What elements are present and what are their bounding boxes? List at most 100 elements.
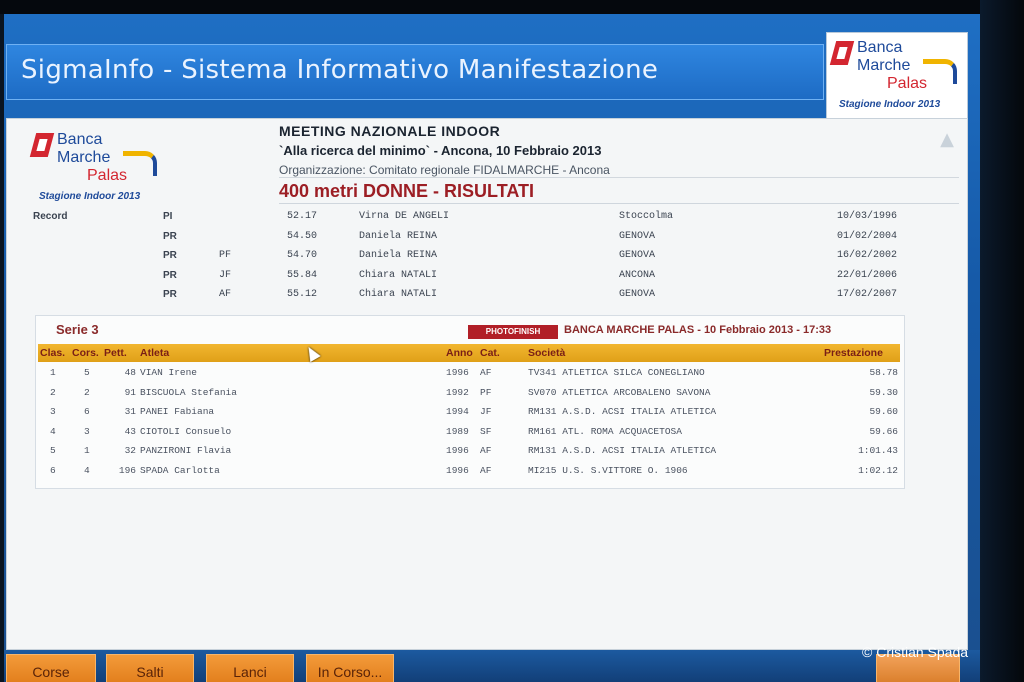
cell-pett: 196	[118, 464, 136, 476]
record-athlete: Chiara NATALI	[359, 269, 438, 281]
cell-cat: JF	[480, 406, 492, 417]
cell-pett: 31	[124, 406, 136, 417]
app-screen: SigmaInfo - Sistema Informativo Manifest…	[4, 14, 980, 682]
record-time: 55.84	[287, 269, 318, 281]
bank-mark-icon	[29, 133, 55, 157]
table-row[interactable]: 6 4 196 SPADA Carlotta 1996 AF MI215 U.S…	[38, 462, 900, 482]
col-header-prestazione[interactable]: Prestazione	[824, 347, 883, 359]
table-row[interactable]: 1 5 48 VIAN Irene 1996 AF TV341 ATLETICA…	[38, 364, 900, 384]
results-panel: Banca Marche Palas Stagione Indoor 2013 …	[6, 118, 968, 650]
table-row[interactable]: 3 6 31 PANEI Fabiana 1994 JF RM131 A.S.D…	[38, 403, 900, 423]
cell-cors: 2	[84, 386, 90, 398]
cell-anno: 1992	[446, 386, 469, 398]
record-category: JF	[219, 269, 232, 281]
record-category: AF	[219, 289, 232, 300]
cell-pett: 48	[124, 367, 136, 378]
monitor-bezel-right	[980, 0, 1024, 682]
app-title: SigmaInfo - Sistema Informativo Manifest…	[21, 55, 659, 85]
cell-pett: 32	[124, 445, 136, 456]
col-header-societa[interactable]: Società	[528, 347, 565, 359]
cell-prestazione: 1:01.43	[858, 445, 898, 456]
cell-cat: AF	[480, 464, 492, 476]
panel-logo: Banca Marche Palas Stagione Indoor 2013	[27, 125, 171, 209]
cell-cat: AF	[480, 445, 492, 456]
scroll-up-icon[interactable]: ▲	[935, 129, 959, 150]
cell-clas: 5	[50, 445, 56, 456]
cell-anno: 1996	[446, 367, 469, 378]
series-info: BANCA MARCHE PALAS - 10 Febbraio 2013 - …	[564, 324, 832, 336]
nav-button-salti[interactable]: Salti	[106, 654, 194, 682]
photofinish-button[interactable]: PHOTOFINISH	[468, 325, 558, 339]
cell-societa: RM161 ATL. ROMA ACQUACETOSA	[528, 425, 682, 437]
cell-prestazione: 58.78	[869, 367, 898, 378]
cell-cors: 1	[84, 445, 90, 456]
cell-anno: 1989	[446, 425, 469, 437]
cell-pett: 91	[124, 386, 136, 398]
sponsor-logo: Banca Marche Palas Stagione Indoor 2013	[826, 32, 968, 120]
app-title-bar: SigmaInfo - Sistema Informativo Manifest…	[6, 44, 824, 100]
record-type: PI	[163, 211, 173, 222]
bank-mark-icon	[829, 41, 855, 65]
record-city: ANCONA	[619, 269, 656, 281]
table-row[interactable]: 4 3 43 CIOTOLI Consuelo 1989 SF RM161 AT…	[38, 423, 900, 443]
record-category: PF	[219, 250, 232, 261]
series-title: Serie 3	[56, 322, 99, 337]
col-header-anno[interactable]: Anno	[446, 347, 473, 359]
cell-prestazione: 1:02.12	[858, 464, 898, 476]
record-city: GENOVA	[619, 250, 656, 261]
logo-swoosh-icon	[923, 59, 957, 84]
record-row: PR JF 55.84 Chiara NATALI ANCONA 22/01/2…	[33, 268, 933, 288]
record-row: PR 54.50 Daniela REINA GENOVA 01/02/2004	[33, 229, 933, 249]
nav-button-in-corso[interactable]: In Corso...	[306, 654, 394, 682]
cell-societa: SV070 ATLETICA ARCOBALENO SAVONA	[528, 386, 711, 398]
logo-word-marche: Marche	[857, 57, 911, 74]
cell-atleta: VIAN Irene	[140, 367, 198, 378]
col-header-cat[interactable]: Cat.	[480, 347, 500, 359]
logo-word-banca: Banca	[857, 39, 903, 56]
col-header-clas[interactable]: Clas.	[40, 347, 65, 359]
event-title: 400 metri DONNE - RISULTATI	[279, 181, 535, 201]
record-time: 55.12	[287, 289, 318, 300]
logo-word-marche: Marche	[57, 149, 111, 166]
cell-atleta: PANZIRONI Flavia	[140, 445, 232, 456]
record-type: PR	[163, 250, 177, 261]
nav-button-corse[interactable]: Corse	[6, 654, 96, 682]
cell-clas: 2	[50, 386, 56, 398]
cell-atleta: BISCUOLA Stefania	[140, 386, 237, 398]
table-row[interactable]: 2 2 91 BISCUOLA Stefania 1992 PF SV070 A…	[38, 384, 900, 404]
record-type: PR	[163, 269, 177, 281]
col-header-atleta[interactable]: Atleta	[140, 347, 169, 359]
record-time: 54.70	[287, 250, 318, 261]
logo-word-palas: Palas	[87, 167, 128, 184]
logo-swoosh-icon	[123, 151, 157, 176]
cell-atleta: PANEI Fabiana	[140, 406, 215, 417]
records-table: Record PI 52.17 Virna DE ANGELI Stoccolm…	[33, 209, 933, 307]
cell-clas: 6	[50, 464, 56, 476]
nav-button-lanci[interactable]: Lanci	[206, 654, 294, 682]
record-date: 22/01/2006	[837, 269, 898, 281]
table-row[interactable]: 5 1 32 PANZIRONI Flavia 1996 AF RM131 A.…	[38, 442, 900, 462]
record-time: 52.17	[287, 211, 318, 222]
record-row: PR AF 55.12 Chiara NATALI GENOVA 17/02/2…	[33, 287, 933, 307]
record-athlete: Virna DE ANGELI	[359, 211, 450, 222]
cell-cors: 6	[84, 406, 90, 417]
cell-anno: 1994	[446, 406, 469, 417]
monitor-bezel-top	[0, 0, 1024, 14]
cell-clas: 1	[50, 367, 56, 378]
record-row: Record PI 52.17 Virna DE ANGELI Stoccolm…	[33, 209, 933, 229]
cell-prestazione: 59.30	[869, 386, 898, 398]
cell-anno: 1996	[446, 464, 469, 476]
record-row: PR PF 54.70 Daniela REINA GENOVA 16/02/2…	[33, 248, 933, 268]
col-header-cors[interactable]: Cors.	[72, 347, 99, 359]
cell-societa: TV341 ATLETICA SILCA CONEGLIANO	[528, 367, 705, 378]
record-city: GENOVA	[619, 289, 656, 300]
records-label: Record	[33, 211, 68, 222]
meeting-subtitle: `Alla ricerca del minimo` - Ancona, 10 F…	[279, 143, 602, 158]
logo-word-palas: Palas	[887, 75, 928, 92]
cell-anno: 1996	[446, 445, 469, 456]
cell-atleta: CIOTOLI Consuelo	[140, 425, 232, 437]
cell-cat: PF	[480, 386, 492, 398]
col-header-pett[interactable]: Pett.	[104, 347, 127, 359]
record-time: 54.50	[287, 230, 318, 242]
divider	[279, 203, 959, 204]
